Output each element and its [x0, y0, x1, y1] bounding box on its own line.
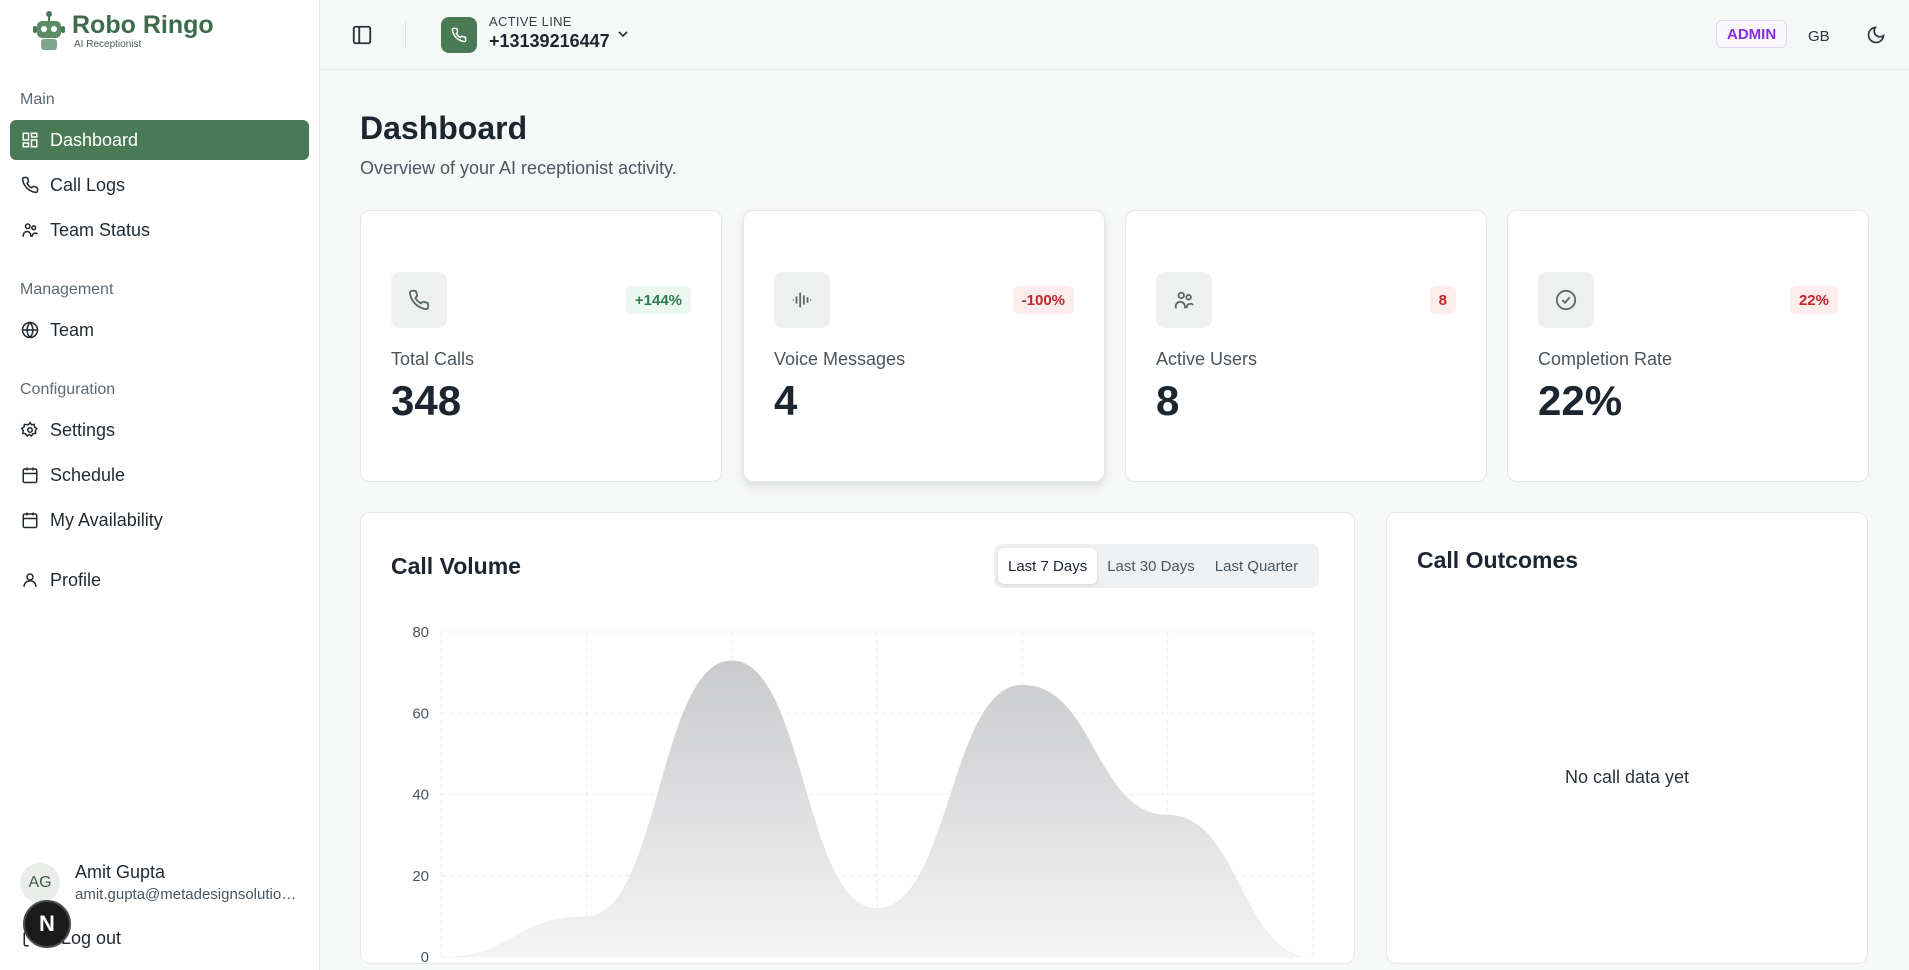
empty-state-message: No call data yet — [1564, 767, 1690, 787]
avatar: AG — [20, 862, 60, 903]
y-tick-label: 60 — [412, 705, 429, 722]
grid-icon — [22, 132, 38, 148]
stat-card-voice-messages: -100% Voice Messages 4 — [743, 210, 1105, 482]
stat-card-active-users: 8 Active Users 8 — [1125, 210, 1487, 482]
phone-icon — [21, 176, 39, 194]
panel-title: Call Outcomes — [1417, 547, 1579, 573]
brand-tagline: AI Receptionist — [74, 39, 142, 50]
user-menu[interactable]: AG Amit Gupta amit.gupta@metadesignsolut… — [20, 862, 297, 903]
user-icon — [23, 573, 37, 587]
language-selector[interactable]: GB — [1808, 28, 1830, 45]
calendar-icon — [22, 512, 38, 529]
users-icon — [22, 223, 39, 237]
sidebar-item-team-status[interactable]: Team Status — [10, 210, 309, 250]
sidebar-item-dashboard[interactable]: Dashboard — [10, 120, 309, 160]
sidebar-item-label: Call Logs — [50, 174, 126, 195]
users-icon — [1174, 291, 1194, 309]
stat-value: 22% — [1538, 377, 1623, 424]
user-name: Amit Gupta — [75, 862, 166, 882]
stat-card-completion-rate: 22% Completion Rate 22% — [1507, 210, 1869, 482]
chevron-down-icon[interactable] — [615, 26, 631, 42]
sidebar-item-label: Settings — [50, 419, 116, 440]
stat-icon — [774, 272, 830, 328]
stat-value: 8 — [1156, 377, 1180, 424]
divider — [405, 22, 406, 48]
sidebar-item-label: Profile — [50, 569, 102, 590]
y-tick-label: 80 — [412, 624, 429, 641]
phone-icon — [451, 27, 467, 43]
active-line-number[interactable]: +13139216447 — [489, 31, 610, 52]
section-configuration: Configuration — [20, 381, 116, 398]
sidebar-item-settings[interactable]: Settings — [10, 410, 309, 450]
check-circle-icon — [1555, 289, 1577, 311]
change-badge: +144% — [625, 286, 691, 314]
role-badge: ADMIN — [1716, 20, 1788, 48]
dev-tools-badge[interactable]: N — [23, 900, 71, 948]
stat-value: 348 — [391, 377, 462, 424]
change-badge: 22% — [1789, 286, 1838, 314]
top-bar: ACTIVE LINE +13139216447 ADMIN GB — [321, 0, 1909, 70]
change-badge: -100% — [1012, 286, 1074, 314]
call-volume-chart: 02040608012 Aug13 Aug14 Aug15 Aug16 Aug1… — [412, 624, 1314, 965]
sidebar-item-label: Team Status — [50, 219, 151, 240]
y-tick-label: 40 — [412, 787, 429, 804]
stat-icon — [1156, 272, 1212, 328]
user-email: amit.gupta@metadesignsolutions.com — [75, 886, 297, 903]
sidebar-item-label: Dashboard — [50, 129, 139, 150]
stat-label: Total Calls — [391, 349, 475, 369]
stat-label: Completion Rate — [1538, 349, 1673, 369]
robot-icon — [33, 11, 65, 50]
page-subtitle: Overview of your AI receptionist activit… — [360, 158, 677, 178]
sidebar: Robo Ringo AI Receptionist Main Dashboar… — [0, 0, 320, 970]
brand-logo[interactable]: Robo Ringo AI Receptionist — [32, 10, 214, 52]
sidebar-item-my-availability[interactable]: My Availability — [10, 500, 309, 540]
sidebar-item-call-logs[interactable]: Call Logs — [10, 165, 309, 205]
stat-card-total-calls: +144% Total Calls 348 — [360, 210, 722, 482]
audio-wave-icon — [792, 292, 812, 308]
sidebar-item-label: My Availability — [50, 509, 163, 530]
stat-label: Active Users — [1156, 349, 1258, 369]
sidebar-item-schedule[interactable]: Schedule — [10, 455, 309, 495]
y-tick-label: 20 — [412, 868, 429, 885]
page-title: Dashboard — [360, 110, 528, 146]
y-tick-label: 0 — [421, 949, 429, 965]
sidebar-item-team[interactable]: Team — [10, 310, 309, 350]
active-line-icon[interactable] — [441, 17, 477, 53]
brand-name: Robo Ringo — [72, 11, 214, 39]
call-volume-panel: Call Volume Last 7 Days Last 30 Days Las… — [360, 512, 1355, 965]
sidebar-item-profile[interactable]: Profile — [10, 560, 309, 600]
stat-value: 4 — [774, 377, 798, 424]
active-line-label: ACTIVE LINE — [489, 14, 572, 29]
stat-label: Voice Messages — [774, 349, 906, 369]
logout-label: Log out — [61, 928, 122, 948]
section-management: Management — [20, 281, 114, 298]
section-main: Main — [20, 91, 55, 108]
gear-icon — [21, 421, 38, 438]
stat-icon — [391, 272, 447, 328]
sidebar-item-label: Schedule — [50, 464, 126, 485]
calendar-icon — [22, 467, 38, 484]
phone-icon — [409, 289, 430, 310]
stat-icon — [1538, 272, 1594, 328]
change-badge: 8 — [1429, 286, 1456, 314]
sidebar-toggle-icon[interactable] — [351, 24, 373, 46]
sidebar-item-label: Team — [50, 319, 95, 340]
call-outcomes-panel: Call Outcomes No call data yet — [1386, 512, 1868, 964]
globe-icon — [21, 321, 39, 339]
moon-icon[interactable] — [1866, 25, 1886, 45]
